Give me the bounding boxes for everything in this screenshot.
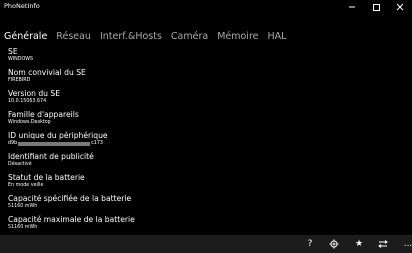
masked-device-id: d9b c173: [8, 141, 108, 146]
device-id-suffix: c173: [91, 141, 103, 146]
gear-icon: [329, 239, 339, 249]
list-item-statut-batterie: Statut de la batterie En mode veille: [8, 173, 85, 188]
device-id-prefix: d9b: [8, 141, 18, 146]
item-label: Capacité maximale de la batterie: [8, 215, 135, 224]
tab-memoire[interactable]: Mémoire: [217, 31, 258, 45]
maximize-icon: [372, 3, 380, 11]
list-item-publicite: Identifiant de publicité Désactivé: [8, 152, 94, 167]
item-value: 51160 mWh: [8, 225, 38, 230]
command-bar: ? ★ ...: [0, 235, 412, 253]
item-label: Identifiant de publicité: [8, 152, 94, 161]
tab-camera[interactable]: Caméra: [171, 31, 208, 45]
item-label: Nom convivial du SE: [8, 68, 86, 77]
pivot-tabs: Générale Réseau Interf.&Hosts Caméra Mém…: [4, 31, 295, 45]
item-value: En mode veille: [8, 183, 44, 188]
title-bar: PhoNetInfo: [0, 0, 412, 14]
list-item-se: SE WINDOWS: [8, 47, 33, 62]
settings-button[interactable]: [322, 235, 346, 253]
star-icon: ★: [354, 239, 364, 249]
minimize-button[interactable]: [340, 0, 364, 14]
item-value: Désactivé: [8, 162, 32, 167]
item-value: Windows.Desktop: [8, 120, 51, 125]
help-button[interactable]: ?: [298, 235, 322, 253]
item-value: WINDOWS: [8, 57, 34, 62]
tab-interf-hosts[interactable]: Interf.&Hosts: [100, 31, 162, 45]
more-icon: ...: [403, 239, 412, 249]
list-item-capacite-maximale: Capacité maximale de la batterie 51160 m…: [8, 215, 135, 230]
swap-arrows-icon: [378, 240, 388, 248]
item-label: Statut de la batterie: [8, 173, 85, 182]
close-icon: [396, 3, 404, 11]
list-item-version: Version du SE 10.0.15063.674: [8, 89, 60, 104]
minimize-icon: [349, 6, 355, 8]
tab-generale[interactable]: Générale: [4, 31, 47, 45]
list-item-id-unique: ID unique du périphérique d9b c173: [8, 131, 108, 146]
info-list[interactable]: SE WINDOWS Nom convivial du SE FIREBIRD …: [0, 46, 412, 237]
item-value: FIREBIRD: [8, 78, 31, 83]
more-button[interactable]: ...: [396, 235, 412, 253]
item-value: 51160 mWh: [8, 204, 38, 209]
help-icon: ?: [307, 239, 313, 249]
item-value: 10.0.15063.674: [8, 99, 47, 104]
list-item-famille: Famille d'appareils Windows.Desktop: [8, 110, 79, 125]
list-item-capacite-specifiee: Capacité spécifiée de la batterie 51160 …: [8, 194, 131, 209]
item-label: Famille d'appareils: [8, 110, 79, 119]
window-title: PhoNetInfo: [4, 2, 40, 10]
tab-reseau[interactable]: Réseau: [56, 31, 91, 45]
item-label: Version du SE: [8, 89, 61, 98]
maximize-button[interactable]: [364, 0, 388, 14]
favorite-button[interactable]: ★: [347, 235, 371, 253]
item-label: ID unique du périphérique: [8, 131, 108, 140]
tab-hal[interactable]: HAL: [268, 31, 287, 45]
close-button[interactable]: [388, 0, 412, 14]
list-item-nom-convivial: Nom convivial du SE FIREBIRD: [8, 68, 86, 83]
item-label: SE: [8, 47, 18, 56]
item-label: Capacité spécifiée de la batterie: [8, 194, 132, 203]
swap-button[interactable]: [371, 235, 395, 253]
redaction-bar: [18, 141, 91, 146]
